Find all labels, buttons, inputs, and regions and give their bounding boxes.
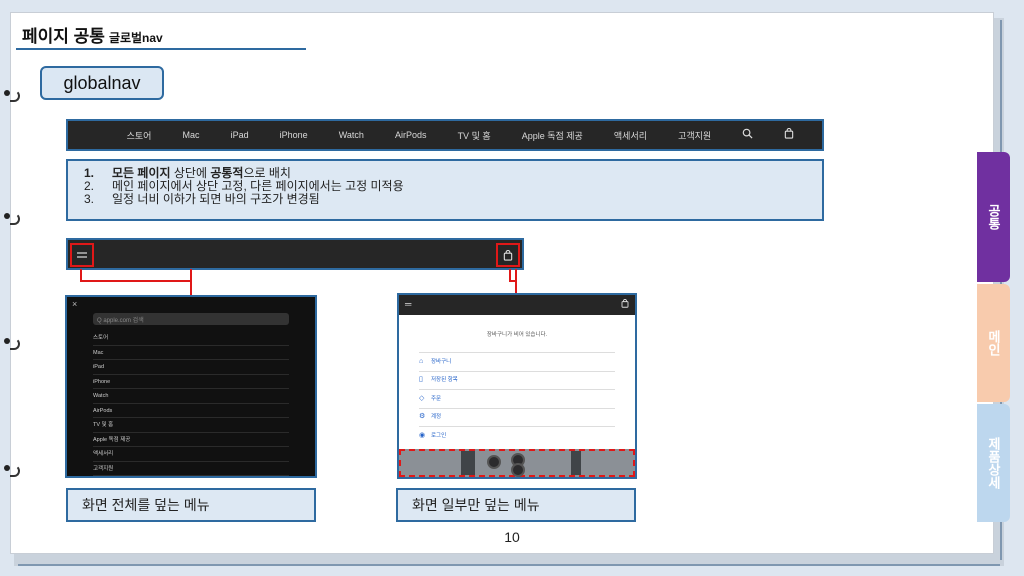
partial-menu-preview: ═ 장바구니가 비어 있습니다. ⌂ 장바구니 ▯ 저장된 항목 ◇ 주문 ⚙ 계정 ◉… <box>397 293 637 479</box>
nav-item-ipad[interactable]: iPad <box>231 130 249 140</box>
empty-bag-message: 장바구니가 비어 있습니다. <box>486 332 548 338</box>
binder-ring <box>4 461 22 477</box>
notes-box: 1. 모든 페이지 상단에 공통적으로 배치 2. 메인 페이지에서 상단 고정, … <box>66 159 824 221</box>
nav-item-airpods[interactable]: AirPods <box>395 130 427 140</box>
nav-item-accessories[interactable]: 액세서리 <box>614 129 647 142</box>
nav-item-watch[interactable]: Watch <box>339 130 364 140</box>
list-item-saved[interactable]: ▯ 저장된 항목 <box>419 370 615 390</box>
list-item[interactable]: iPad <box>93 360 289 375</box>
nav-item-exclusive[interactable]: Apple 독점 제공 <box>522 129 583 142</box>
full-menu-list: 스토어 Mac iPad iPhone Watch AirPods TV 및 홈… <box>93 331 289 476</box>
list-item[interactable]: TV 및 홈 <box>93 418 289 433</box>
page-title: 페이지 공통 글로벌nav <box>22 22 163 47</box>
caption-full-menu: 화면 전체를 덮는 메뉴 <box>66 488 316 522</box>
page-title-main: 페이지 공통 <box>22 27 105 46</box>
list-item-signin[interactable]: ◉ 로그인 <box>419 426 615 445</box>
list-item[interactable]: iPhone <box>93 375 289 389</box>
side-tab-main[interactable]: 메인 <box>977 284 1010 402</box>
binder-ring <box>4 209 22 225</box>
list-item[interactable]: AirPods <box>93 404 289 418</box>
list-item[interactable]: 스토어 <box>93 331 289 346</box>
search-input[interactable]: Q apple.com 검색 <box>93 313 289 325</box>
nav-item-iphone[interactable]: iPhone <box>280 130 308 140</box>
page-number: 10 <box>504 529 520 545</box>
page-edge <box>18 548 1000 566</box>
binder-ring <box>4 334 22 350</box>
connector-line <box>80 269 192 282</box>
background-page-image <box>399 449 635 477</box>
search-icon[interactable] <box>742 128 753 142</box>
global-nav-bar: 스토어 Mac iPad iPhone Watch AirPods TV 및 홈… <box>66 119 824 151</box>
connector-line <box>190 281 192 295</box>
caption-partial-menu: 화면 일부만 덮는 메뉴 <box>396 488 636 522</box>
person-icon: ◉ <box>419 431 426 439</box>
bag-icon: ⌂ <box>419 357 424 365</box>
list-item[interactable]: Watch <box>93 389 289 404</box>
list-item-bag[interactable]: ⌂ 장바구니 <box>419 352 615 371</box>
page-title-sub: 글로벌nav <box>108 31 163 45</box>
note-3: 3. 일정 너비 이하가 되면 바의 구조가 변경됨 <box>84 192 320 206</box>
title-underline <box>16 48 306 50</box>
bag-menu-list: ⌂ 장바구니 ▯ 저장된 항목 ◇ 주문 ⚙ 계정 ◉ 로그인 <box>419 352 615 445</box>
bag-icon[interactable] <box>496 243 520 267</box>
nav-item-tv-home[interactable]: TV 및 홈 <box>458 129 491 142</box>
bag-icon[interactable] <box>784 127 794 142</box>
connector-line <box>515 281 517 293</box>
list-item[interactable]: Apple 독점 제공 <box>93 433 289 447</box>
list-item[interactable]: 고객지원 <box>93 462 289 476</box>
gear-icon: ⚙ <box>419 413 426 421</box>
list-item-account[interactable]: ⚙ 계정 <box>419 407 615 427</box>
list-item[interactable]: Mac <box>93 346 289 360</box>
side-tab-common[interactable]: 공통 <box>977 152 1010 282</box>
bag-icon[interactable] <box>621 298 629 310</box>
side-tab-product-detail[interactable]: 제품상세 <box>977 404 1010 522</box>
mobile-nav-bar <box>66 238 524 270</box>
nav-item-store[interactable]: 스토어 <box>127 129 152 142</box>
box-icon: ◇ <box>419 394 425 402</box>
section-tag: globalnav <box>40 66 164 100</box>
binder-ring <box>4 86 22 102</box>
nav-item-mac[interactable]: Mac <box>183 130 200 140</box>
full-screen-menu-preview: × Q apple.com 검색 스토어 Mac iPad iPhone Wat… <box>65 295 317 478</box>
nav-item-support[interactable]: 고객지원 <box>678 129 711 142</box>
hamburger-menu-icon[interactable]: ═ <box>405 299 411 309</box>
bookmark-icon: ▯ <box>419 376 423 384</box>
close-icon[interactable]: × <box>72 299 77 309</box>
list-item-orders[interactable]: ◇ 주문 <box>419 389 615 408</box>
hamburger-menu-icon[interactable] <box>70 243 94 267</box>
list-item[interactable]: 액세서리 <box>93 447 289 462</box>
